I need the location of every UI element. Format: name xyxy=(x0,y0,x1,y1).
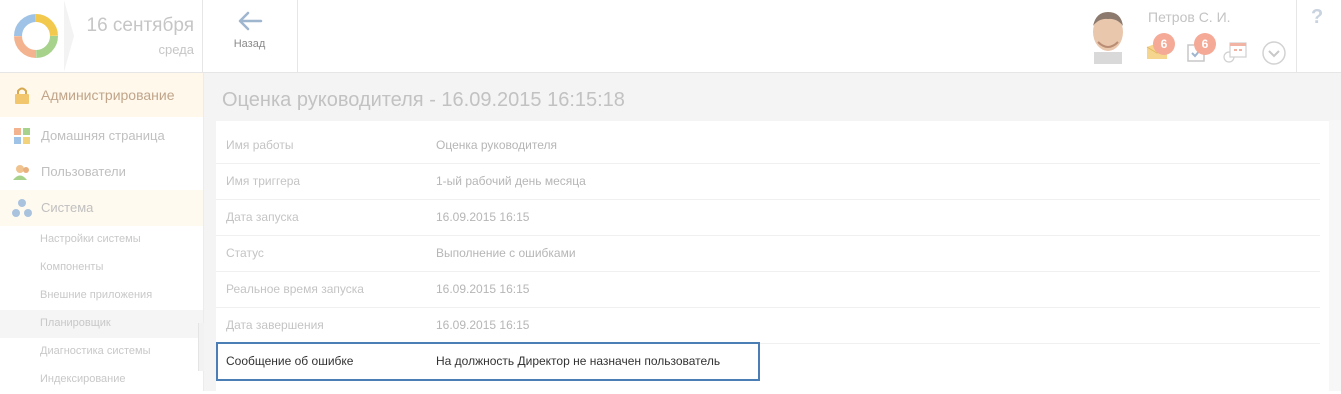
help-icon[interactable]: ? xyxy=(1311,6,1323,29)
users-icon xyxy=(13,165,29,180)
user-name[interactable]: Петров С. И. xyxy=(1148,9,1231,25)
back-label: Назад xyxy=(233,38,266,50)
sidebar-item-administration[interactable]: Администрирование xyxy=(0,73,203,117)
sidebar-item-label: Администрирование xyxy=(41,87,175,103)
scrollbar-track[interactable] xyxy=(1329,120,1341,391)
detail-row: Реальное время запуска 16.09.2015 16:15 xyxy=(216,271,1320,308)
sidebar-item-home[interactable]: Домашняя страница xyxy=(0,118,203,154)
sidebar-item-label: Домашняя страница xyxy=(41,128,165,143)
detail-row: Дата запуска 16.09.2015 16:15 xyxy=(216,199,1320,236)
tasks-count-badge: 6 xyxy=(1194,33,1216,55)
sidebar-subitem-label: Планировщик xyxy=(40,317,111,329)
current-date: 16 сентября xyxy=(86,15,195,36)
grid-icon xyxy=(14,128,30,144)
detail-row: Дата завершения 16.09.2015 16:15 xyxy=(216,307,1320,344)
row-value: 16.09.2015 16:15 xyxy=(436,318,530,332)
row-label: Реальное время запуска xyxy=(226,282,364,296)
detail-row: Имя триггера 1-ый рабочий день месяца xyxy=(216,163,1320,200)
app-logo[interactable] xyxy=(0,0,74,72)
sidebar: Администрирование Домашняя страница Поль… xyxy=(0,73,204,391)
row-value: 1-ый рабочий день месяца xyxy=(436,174,586,188)
sidebar-subitem-scheduler[interactable]: Планировщик xyxy=(0,310,203,338)
sidebar-subitem-label: Диагностика системы xyxy=(40,345,151,357)
chevron-down-icon[interactable] xyxy=(1261,40,1287,66)
lock-icon xyxy=(15,87,29,104)
top-header: 16 сентября среда Назад Петров С. И. 6 6… xyxy=(0,0,1341,73)
sidebar-subitem-label: Индексирование xyxy=(40,373,126,385)
logo-divider xyxy=(64,0,74,72)
sidebar-subitem-indexing[interactable]: Индексирование xyxy=(0,366,203,394)
current-weekday: среда xyxy=(158,42,195,57)
row-label: Статус xyxy=(226,246,264,260)
detail-row: Имя работы Оценка руководителя xyxy=(216,127,1320,164)
row-value: Выполнение с ошибками xyxy=(436,246,576,260)
sidebar-subitem-settings[interactable]: Настройки системы xyxy=(0,226,203,254)
error-highlight-frame xyxy=(216,342,760,381)
row-label: Имя работы xyxy=(226,138,294,152)
sidebar-item-users[interactable]: Пользователи xyxy=(0,154,203,190)
sidebar-item-label: Система xyxy=(41,200,94,215)
sidebar-subitem-label: Компоненты xyxy=(40,261,104,273)
system-icon xyxy=(12,199,32,217)
row-value: Оценка руководителя xyxy=(436,138,557,152)
sidebar-subitem-label: Настройки системы xyxy=(40,233,141,245)
row-value: 16.09.2015 16:15 xyxy=(436,282,530,296)
row-label: Имя триггера xyxy=(226,174,301,188)
sidebar-subitem-external-apps[interactable]: Внешние приложения xyxy=(0,282,203,310)
row-label: Дата завершения xyxy=(226,318,324,332)
sidebar-subitem-diagnostics[interactable]: Диагностика системы xyxy=(0,338,203,366)
row-label: Дата запуска xyxy=(226,210,299,224)
detail-row: Статус Выполнение с ошибками xyxy=(216,235,1320,272)
sidebar-item-label: Пользователи xyxy=(41,164,126,179)
mail-count-badge: 6 xyxy=(1153,33,1175,55)
date-block: 16 сентября среда xyxy=(74,0,203,72)
calendar-icon[interactable] xyxy=(1222,40,1248,64)
user-avatar[interactable] xyxy=(1084,8,1132,64)
help-area[interactable]: ? xyxy=(1296,0,1337,72)
sidebar-item-system[interactable]: Система xyxy=(0,190,203,226)
back-button[interactable]: Назад xyxy=(202,0,298,72)
page-title: Оценка руководителя - 16.09.2015 16:15:1… xyxy=(222,89,625,111)
row-value: 16.09.2015 16:15 xyxy=(436,210,530,224)
sidebar-subitem-components[interactable]: Компоненты xyxy=(0,254,203,282)
sidebar-subitem-label: Внешние приложения xyxy=(40,289,153,301)
arrow-left-icon xyxy=(238,11,263,31)
logo-ring-icon xyxy=(14,14,58,58)
